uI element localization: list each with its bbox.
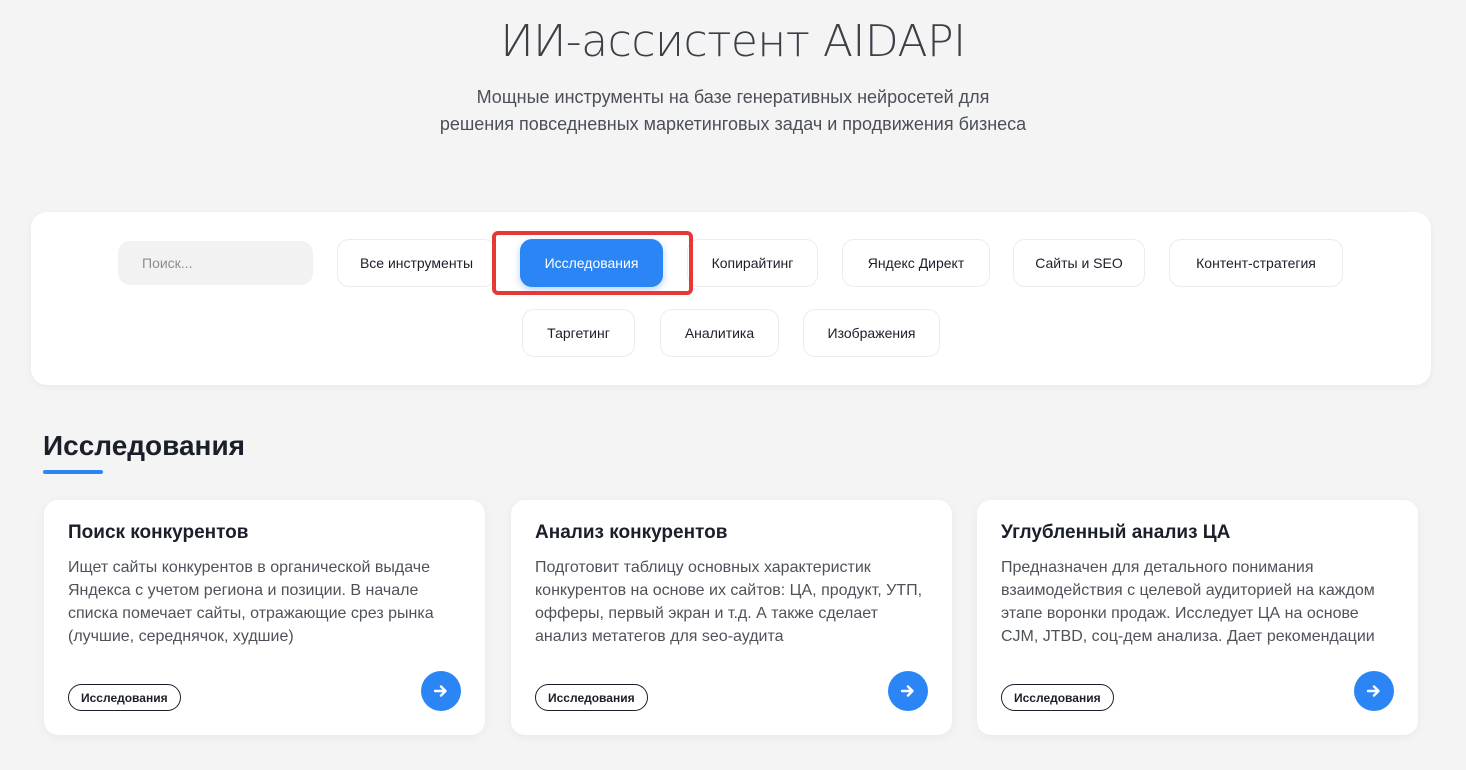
page-subtitle-line-2: решения повседневных маркетинговых задач… bbox=[439, 114, 1027, 134]
filter-yandex-direct[interactable]: Яндекс Директ bbox=[842, 239, 990, 287]
card-title: Анализ конкурентов bbox=[535, 522, 728, 543]
search-input[interactable] bbox=[118, 241, 313, 285]
card-title: Поиск конкурентов bbox=[68, 522, 249, 543]
filter-content-strategy[interactable]: Контент-стратегия bbox=[1169, 239, 1343, 287]
arrow-right-icon bbox=[1367, 685, 1380, 697]
filter-label: Изображения bbox=[827, 325, 916, 341]
card-title: Углубленный анализ ЦА bbox=[1001, 522, 1231, 543]
card-category-tag[interactable]: Исследования bbox=[535, 684, 648, 711]
arrow-right-icon bbox=[434, 685, 447, 697]
filter-images[interactable]: Изображения bbox=[803, 309, 940, 357]
page-title: ИИ-ассистент AIDAPI bbox=[500, 16, 966, 67]
filter-label: Сайты и SEO bbox=[1035, 255, 1123, 271]
filter-research[interactable]: Исследования bbox=[520, 239, 663, 287]
tool-card-competitor-search[interactable]: Поиск конкурентов Ищет сайты конкурентов… bbox=[44, 500, 485, 735]
filter-analytics[interactable]: Аналитика bbox=[660, 309, 779, 357]
filter-panel bbox=[31, 212, 1431, 385]
filter-label: Контент-стратегия bbox=[1196, 255, 1316, 271]
card-category-tag[interactable]: Исследования bbox=[1001, 684, 1114, 711]
card-category-tag[interactable]: Исследования bbox=[68, 684, 181, 711]
open-tool-button[interactable] bbox=[421, 671, 461, 711]
card-description: Подготовит таблицу основных характеристи… bbox=[535, 559, 923, 645]
filter-targeting[interactable]: Таргетинг bbox=[522, 309, 635, 357]
filter-copywriting[interactable]: Копирайтинг bbox=[687, 239, 818, 287]
card-description: Ищет сайты конкурентов в органической вы… bbox=[68, 559, 434, 645]
open-tool-button[interactable] bbox=[1354, 671, 1394, 711]
filter-label: Все инструменты bbox=[359, 255, 474, 271]
section-title: Исследования bbox=[43, 430, 246, 461]
open-tool-button[interactable] bbox=[888, 671, 928, 711]
page-subtitle-line-1: Мощные инструменты на базе генеративных … bbox=[476, 87, 990, 107]
filter-all-tools[interactable]: Все инструменты bbox=[337, 239, 496, 287]
section-title-underline bbox=[43, 470, 103, 474]
card-description: Предназначен для детального понимания вз… bbox=[1001, 559, 1375, 645]
arrow-right-icon bbox=[901, 685, 914, 697]
filter-label: Исследования bbox=[544, 255, 639, 271]
filter-label: Копирайтинг bbox=[711, 255, 794, 271]
filter-label: Аналитика bbox=[684, 325, 755, 341]
tool-card-competitor-analysis[interactable]: Анализ конкурентов Подготовит таблицу ос… bbox=[511, 500, 952, 735]
filter-sites-seo[interactable]: Сайты и SEO bbox=[1013, 239, 1145, 287]
filter-label: Яндекс Директ bbox=[867, 255, 965, 271]
tool-card-audience-analysis[interactable]: Углубленный анализ ЦА Предназначен для д… bbox=[977, 500, 1418, 735]
filter-label: Таргетинг bbox=[547, 325, 610, 341]
